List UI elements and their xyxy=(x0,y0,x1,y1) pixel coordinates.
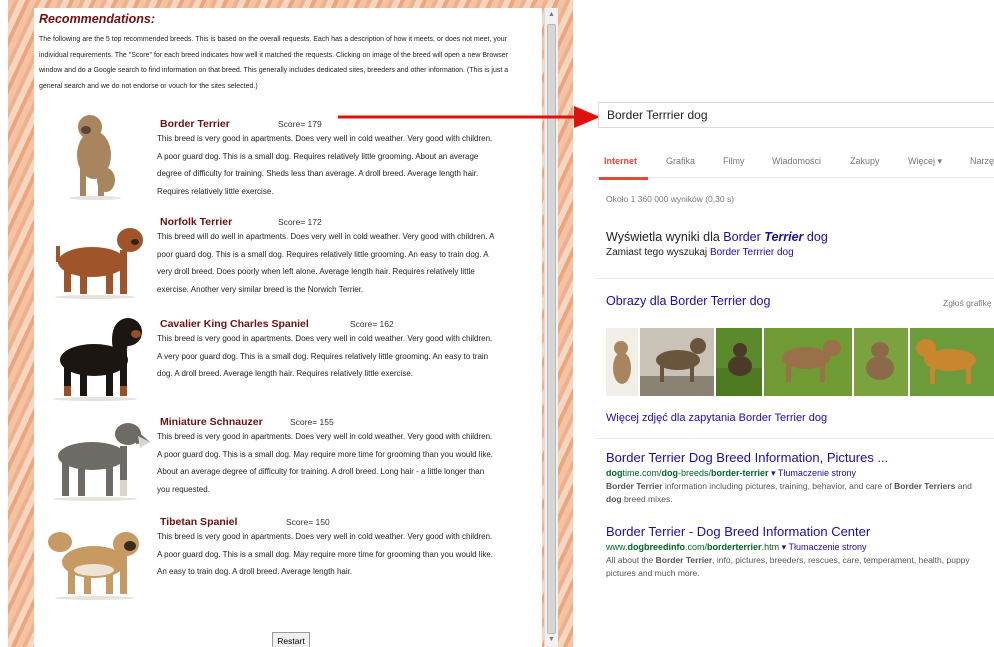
breed-item-norfolk-terrier: Norfolk Terrier Score= 172 This breed wi… xyxy=(34,208,542,308)
tab-wiecej[interactable]: Więcej ▾ xyxy=(908,156,942,167)
breed-description: This breed is very good in apartments. D… xyxy=(157,334,493,378)
red-arrow-icon xyxy=(338,106,600,128)
images-heading-link[interactable]: Obrazy dla Border Terrier dog xyxy=(606,294,770,308)
tibetan-spaniel-image[interactable] xyxy=(40,518,150,602)
breed-description: This breed is very good in apartments. D… xyxy=(157,134,493,196)
breed-score: Score= 150 xyxy=(286,517,330,527)
instead-prefix: Zamiast tego wyszukaj xyxy=(606,247,710,258)
translate-link[interactable]: ▾ Tłumaczenie strony xyxy=(782,542,867,552)
breed-description: This breed is very good in apartments. D… xyxy=(157,532,494,576)
recommendations-panel: Recommendations: The following are the 5… xyxy=(34,8,542,647)
vertical-scrollbar[interactable]: ▲ ▼ xyxy=(544,8,558,647)
breed-description: This breed is very good in apartments. D… xyxy=(157,432,494,494)
breed-score: Score= 172 xyxy=(278,217,322,227)
more-images-link[interactable]: Więcej zdjęć dla zapytania Border Terrie… xyxy=(606,412,827,424)
corrected-query-link[interactable]: Border Terrier dog xyxy=(723,230,828,244)
spelling-correction: Wyświetla wyniki dla Border Terrier dog xyxy=(606,230,828,244)
image-thumbnail[interactable] xyxy=(716,328,762,396)
breed-score: Score= 155 xyxy=(290,417,334,427)
image-thumbnail[interactable] xyxy=(910,328,994,396)
image-thumbnail[interactable] xyxy=(606,328,638,396)
original-query-link[interactable]: Border Terrrier dog xyxy=(710,247,794,258)
image-thumbnail[interactable] xyxy=(640,328,714,396)
breed-name[interactable]: Border Terrier xyxy=(160,118,230,130)
breed-item-miniature-schnauzer: Miniature Schnauzer Score= 155 This bree… xyxy=(34,408,542,508)
image-thumbnail[interactable] xyxy=(854,328,908,396)
divider xyxy=(596,438,994,439)
result-url: dogtime.com/dog-breeds/border-terrier ▾ … xyxy=(606,468,856,478)
showing-prefix: Wyświetla wyniki dla xyxy=(606,230,724,244)
tab-narzedzia[interactable]: Narzę xyxy=(970,156,994,166)
tab-wiadomosci[interactable]: Wiadomości xyxy=(772,156,821,166)
breed-name[interactable]: Miniature Schnauzer xyxy=(160,416,263,428)
page-title: Recommendations: xyxy=(39,12,155,26)
image-thumbnail[interactable] xyxy=(764,328,852,396)
result-snippet: All about the Border Terrier, info, pict… xyxy=(606,555,970,578)
intro-text: The following are the 5 top recommended … xyxy=(39,36,509,90)
breed-description: This breed will do well in apartments. D… xyxy=(157,232,495,294)
translate-link[interactable]: ▾ Tłumaczenie strony xyxy=(771,468,856,478)
original-query: Zamiast tego wyszukaj Border Terrrier do… xyxy=(606,247,794,258)
result-title-link[interactable]: Border Terrier - Dog Breed Information C… xyxy=(606,524,870,539)
scroll-down-arrow-icon[interactable]: ▼ xyxy=(547,635,556,645)
restart-button[interactable]: Restart xyxy=(272,632,310,647)
active-tab-indicator xyxy=(599,177,648,180)
breed-name[interactable]: Tibetan Spaniel xyxy=(160,516,237,528)
breed-score: Score= 179 xyxy=(278,119,322,129)
tab-filmy[interactable]: Filmy xyxy=(723,156,745,166)
cavalier-king-charles-spaniel-image[interactable] xyxy=(40,310,150,402)
report-image-link[interactable]: Zgłoś grafikę xyxy=(943,298,992,308)
border-terrier-image[interactable] xyxy=(40,110,150,200)
norfolk-terrier-image[interactable] xyxy=(40,210,150,300)
result-title-link[interactable]: Border Terrier Dog Breed Information, Pi… xyxy=(606,450,888,465)
search-input[interactable] xyxy=(598,102,994,128)
result-snippet: Border Terrier information including pic… xyxy=(606,481,972,504)
search-tabs: Internet Grafika Filmy Wiadomości Zakupy… xyxy=(596,148,994,180)
divider xyxy=(596,278,994,279)
tab-internet[interactable]: Internet xyxy=(604,156,637,166)
breed-name[interactable]: Norfolk Terrier xyxy=(160,216,232,228)
breed-name[interactable]: Cavalier King Charles Spaniel xyxy=(160,318,309,330)
breed-score: Score= 162 xyxy=(350,319,394,329)
result-stats: Około 1 360 000 wyników (0,30 s) xyxy=(606,194,735,204)
miniature-schnauzer-image[interactable] xyxy=(40,410,150,502)
breed-item-cavalier-king-charles-spaniel: Cavalier King Charles Spaniel Score= 162… xyxy=(34,310,542,410)
search-results-panel: Internet Grafika Filmy Wiadomości Zakupy… xyxy=(596,90,994,647)
app-window: Recommendations: The following are the 5… xyxy=(8,0,573,647)
breed-item-tibetan-spaniel: Tibetan Spaniel Score= 150 This breed is… xyxy=(34,508,542,608)
scroll-up-arrow-icon[interactable]: ▲ xyxy=(547,10,556,20)
tab-grafika[interactable]: Grafika xyxy=(666,156,695,166)
result-url: www.dogbreedinfo.com/borderterrier.htm ▾… xyxy=(606,542,867,552)
screenshot-composite: Recommendations: The following are the 5… xyxy=(0,0,994,647)
tab-zakupy[interactable]: Zakupy xyxy=(850,156,880,166)
